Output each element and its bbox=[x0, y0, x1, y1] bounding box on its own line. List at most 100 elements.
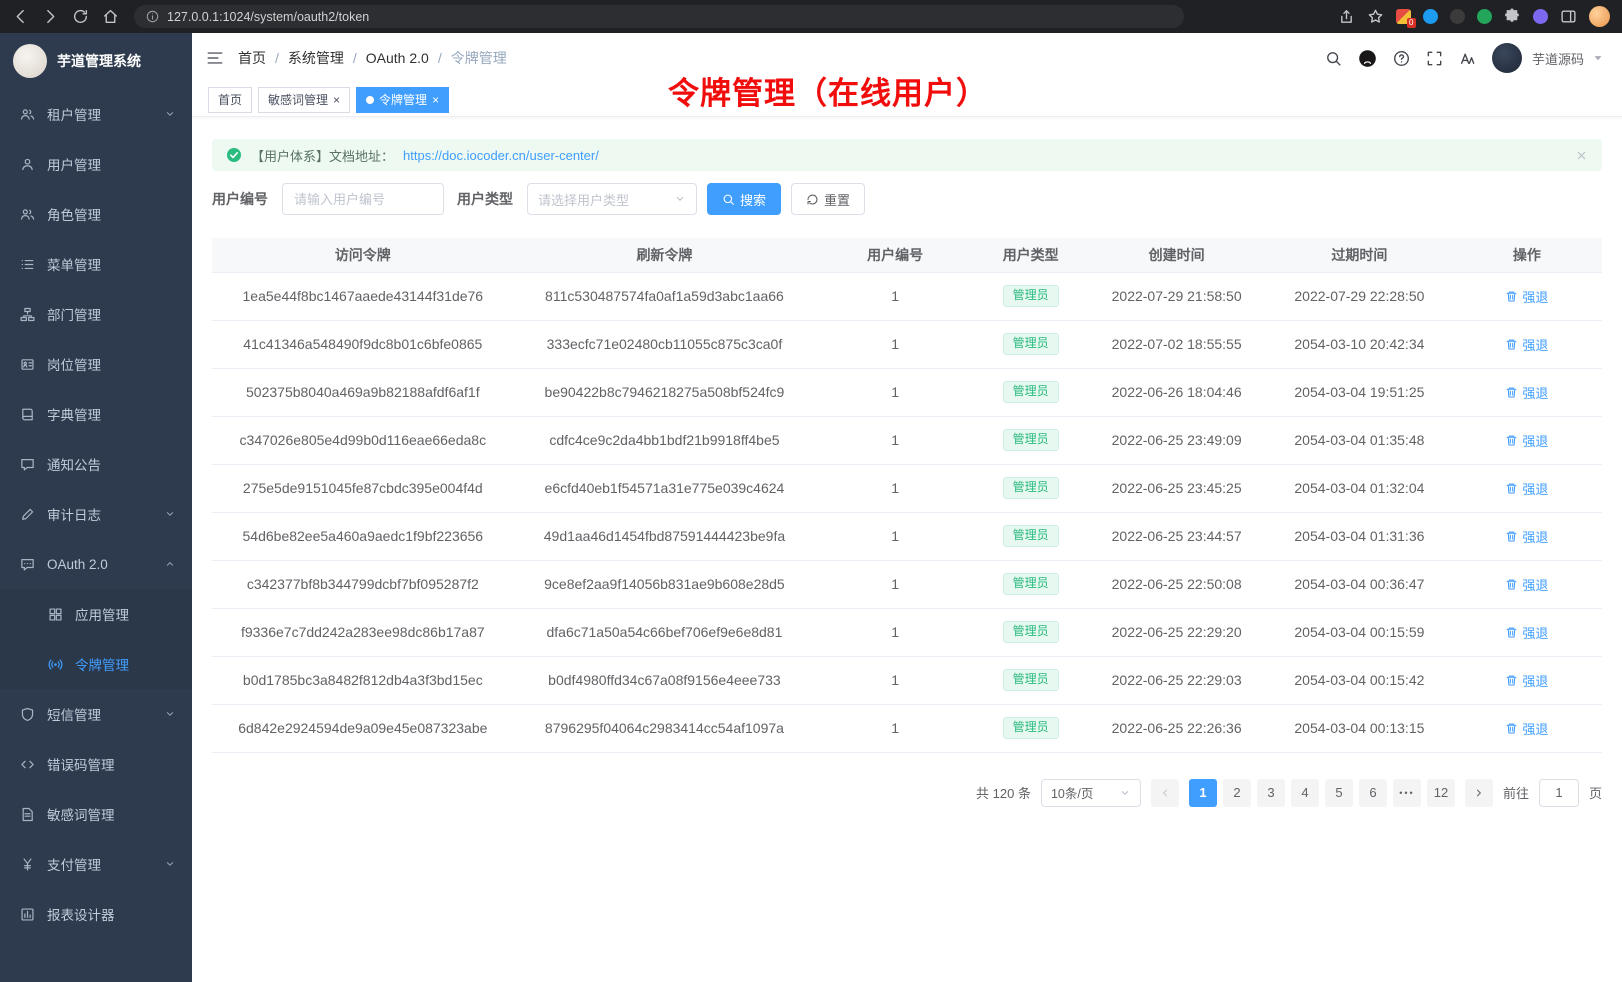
sidebar-item-error-code[interactable]: 错误码管理 bbox=[0, 739, 192, 789]
sidebar-item-oauth2[interactable]: OAuth 2.0 bbox=[0, 539, 192, 589]
extensions-puzzle-icon[interactable] bbox=[1504, 8, 1521, 25]
extension-icon-5[interactable] bbox=[1533, 9, 1548, 24]
sidebar-item-notice[interactable]: 通知公告 bbox=[0, 439, 192, 489]
sidebar-item-oauth2-token[interactable]: 令牌管理 bbox=[0, 639, 192, 689]
force-logout-button[interactable]: 强退 bbox=[1505, 623, 1548, 642]
tab-close-icon[interactable]: × bbox=[333, 94, 340, 106]
sidebar-logo[interactable]: 芋道管理系统 bbox=[0, 33, 192, 89]
fullscreen-icon[interactable] bbox=[1426, 50, 1443, 67]
refresh-token-cell: dfa6c71a50a54c66bef706ef9e6e8d81 bbox=[514, 608, 816, 656]
user-type-select[interactable]: 请选择用户类型 bbox=[527, 183, 697, 215]
user-type-badge: 管理员 bbox=[1003, 525, 1059, 548]
force-logout-button[interactable]: 强退 bbox=[1505, 575, 1548, 594]
sidebar-item-oauth2-app[interactable]: 应用管理 bbox=[0, 589, 192, 639]
force-logout-button[interactable]: 强退 bbox=[1505, 383, 1548, 402]
message-icon bbox=[20, 457, 35, 472]
goto-page-input[interactable] bbox=[1539, 779, 1579, 807]
url-bar[interactable]: 127.0.0.1:1024/system/oauth2/token bbox=[134, 5, 1184, 28]
force-logout-label: 强退 bbox=[1522, 671, 1548, 690]
sidebar-toggle-button[interactable] bbox=[206, 49, 224, 67]
help-icon[interactable] bbox=[1393, 50, 1410, 67]
user-caret-icon[interactable] bbox=[1592, 52, 1604, 64]
font-size-icon[interactable] bbox=[1459, 50, 1476, 67]
user-type-cell: 管理员 bbox=[975, 560, 1086, 608]
bookmark-star-icon[interactable] bbox=[1367, 8, 1384, 25]
page-button-3[interactable]: 3 bbox=[1257, 779, 1285, 807]
sidebar-item-audit-log[interactable]: 审计日志 bbox=[0, 489, 192, 539]
doc-icon bbox=[20, 807, 35, 822]
site-info-icon[interactable] bbox=[146, 10, 159, 23]
access-token-cell: f9336e7c7dd242a283ee98dc86b17a87 bbox=[212, 608, 514, 656]
browser-back-button[interactable] bbox=[12, 8, 29, 25]
next-page-button[interactable] bbox=[1465, 779, 1493, 807]
side-panel-icon[interactable] bbox=[1560, 8, 1577, 25]
browser-profile-avatar[interactable] bbox=[1589, 6, 1610, 27]
sidebar-item-user[interactable]: 用户管理 bbox=[0, 139, 192, 189]
browser-refresh-button[interactable] bbox=[72, 8, 89, 25]
search-icon[interactable] bbox=[1325, 50, 1342, 67]
user-type-cell: 管理员 bbox=[975, 608, 1086, 656]
access-token-cell: 6d842e2924594de9a09e45e087323abe bbox=[212, 704, 514, 752]
force-logout-button[interactable]: 强退 bbox=[1505, 671, 1548, 690]
reset-button[interactable]: 重置 bbox=[791, 183, 865, 215]
extension-icon-1[interactable]: 0 bbox=[1396, 9, 1411, 24]
breadcrumb-item[interactable]: 首页 bbox=[238, 48, 266, 68]
page-button-5[interactable]: 5 bbox=[1325, 779, 1353, 807]
browser-home-button[interactable] bbox=[102, 8, 119, 25]
user-avatar[interactable] bbox=[1492, 43, 1522, 73]
alert-close-icon[interactable] bbox=[1575, 149, 1588, 162]
extension-icon-4[interactable] bbox=[1477, 9, 1492, 24]
breadcrumb-item[interactable]: 系统管理 bbox=[288, 48, 344, 68]
app-title: 芋道管理系统 bbox=[57, 51, 141, 71]
page-button-4[interactable]: 4 bbox=[1291, 779, 1319, 807]
page-button-6[interactable]: 6 bbox=[1359, 779, 1387, 807]
book-icon bbox=[20, 407, 35, 422]
sidebar-item-pay[interactable]: 支付管理 bbox=[0, 839, 192, 889]
browser-forward-button[interactable] bbox=[42, 8, 59, 25]
page-button-12[interactable]: 12 bbox=[1427, 779, 1455, 807]
sidebar-item-role[interactable]: 角色管理 bbox=[0, 189, 192, 239]
force-logout-button[interactable]: 强退 bbox=[1505, 479, 1548, 498]
user-id-input[interactable] bbox=[282, 183, 444, 215]
force-logout-button[interactable]: 强退 bbox=[1505, 527, 1548, 546]
annotation-text: 令牌管理（在线用户） bbox=[668, 68, 988, 113]
prev-page-button[interactable] bbox=[1151, 779, 1179, 807]
breadcrumb-item[interactable]: OAuth 2.0 bbox=[366, 50, 429, 66]
user-icon bbox=[20, 157, 35, 172]
tab-label: 首页 bbox=[218, 91, 242, 108]
github-icon[interactable] bbox=[1358, 49, 1377, 68]
user-id-cell: 1 bbox=[815, 512, 975, 560]
page-size-select[interactable]: 10条/页 bbox=[1041, 779, 1141, 807]
sidebar-item-post[interactable]: 岗位管理 bbox=[0, 339, 192, 389]
user-type-badge: 管理员 bbox=[1003, 717, 1059, 740]
tab-close-icon[interactable]: × bbox=[432, 94, 439, 106]
action-cell: 强退 bbox=[1452, 320, 1602, 368]
share-icon[interactable] bbox=[1338, 8, 1355, 25]
tab-oauth2-token[interactable]: 令牌管理× bbox=[356, 87, 449, 113]
force-logout-button[interactable]: 强退 bbox=[1505, 287, 1548, 306]
tab-home[interactable]: 首页 bbox=[208, 87, 252, 113]
page-button-2[interactable]: 2 bbox=[1223, 779, 1251, 807]
extension-icon-3[interactable] bbox=[1450, 9, 1465, 24]
force-logout-icon bbox=[1505, 674, 1518, 687]
page-ellipsis-button[interactable]: ••• bbox=[1393, 779, 1421, 807]
sidebar-item-dict[interactable]: 字典管理 bbox=[0, 389, 192, 439]
sidebar-item-dept[interactable]: 部门管理 bbox=[0, 289, 192, 339]
page-button-1[interactable]: 1 bbox=[1189, 779, 1217, 807]
search-button[interactable]: 搜索 bbox=[707, 183, 781, 215]
chevron-down-icon bbox=[674, 193, 686, 205]
sidebar-item-tenant[interactable]: 租户管理 bbox=[0, 89, 192, 139]
extension-icon-2[interactable] bbox=[1423, 9, 1438, 24]
refresh-token-cell: 49d1aa46d1454fbd87591444423be9fa bbox=[514, 512, 816, 560]
sidebar-item-sms[interactable]: 短信管理 bbox=[0, 689, 192, 739]
alert-link[interactable]: https://doc.iocoder.cn/user-center/ bbox=[403, 148, 599, 163]
table-row: 1ea5e44f8bc1467aaede43144f31de76811c5304… bbox=[212, 272, 1602, 320]
force-logout-button[interactable]: 强退 bbox=[1505, 431, 1548, 450]
force-logout-button[interactable]: 强退 bbox=[1505, 719, 1548, 738]
sidebar-item-report[interactable]: 报表设计器 bbox=[0, 889, 192, 939]
sidebar-item-menu[interactable]: 菜单管理 bbox=[0, 239, 192, 289]
sidebar-item-sensitive[interactable]: 敏感词管理 bbox=[0, 789, 192, 839]
username[interactable]: 芋道源码 bbox=[1532, 49, 1584, 68]
tab-sensitive-word[interactable]: 敏感词管理× bbox=[258, 87, 350, 113]
force-logout-button[interactable]: 强退 bbox=[1505, 335, 1548, 354]
